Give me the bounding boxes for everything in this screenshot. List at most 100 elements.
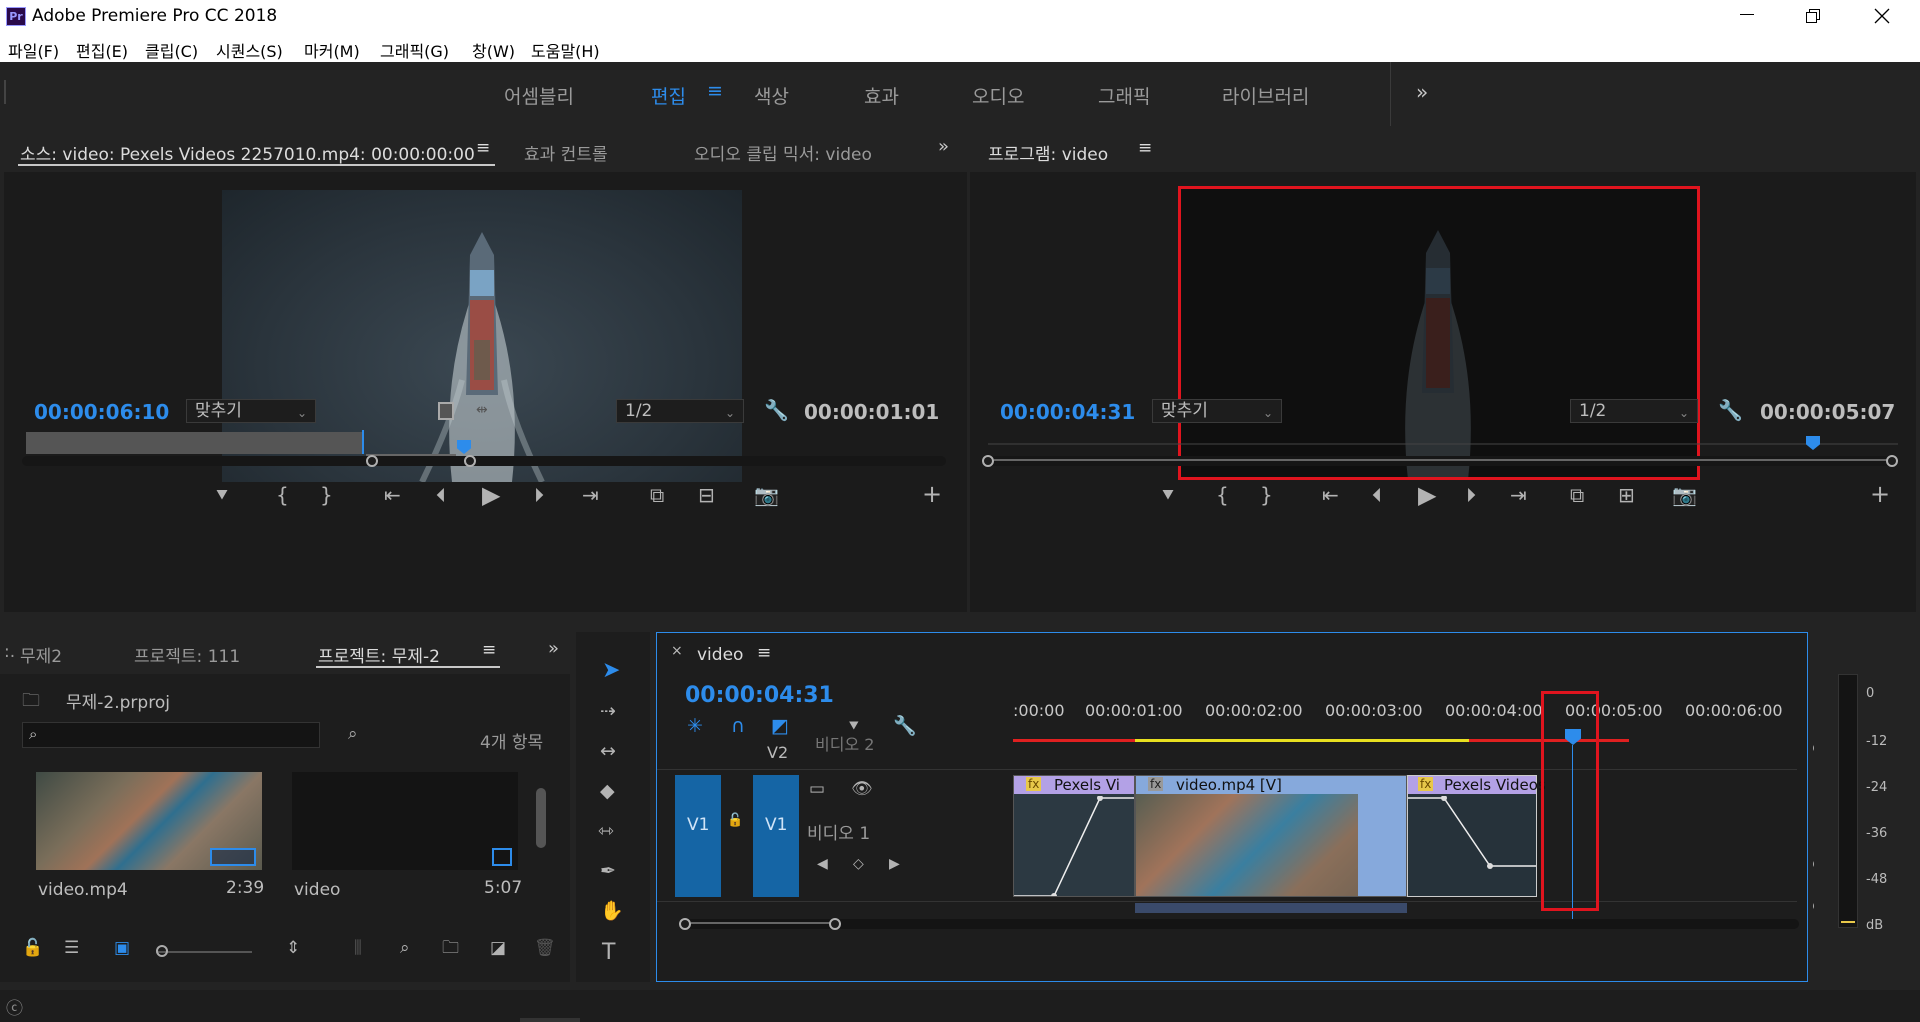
mark-in-icon[interactable]: { — [276, 485, 289, 505]
next-keyframe-icon[interactable]: ▶ — [889, 857, 900, 871]
extract-icon[interactable]: ⊞ — [1618, 485, 1635, 505]
snap-magnet-icon[interactable]: ∩ — [731, 717, 745, 736]
hand-tool-icon[interactable]: ✋ — [600, 902, 624, 921]
marker-icon[interactable]: ⯆ — [1160, 485, 1176, 505]
workspace-assembly[interactable]: 어셈블리 — [504, 82, 574, 109]
lift-icon[interactable]: ⧉ — [1570, 485, 1584, 505]
workspace-effects[interactable]: 효과 — [864, 82, 899, 109]
timeline-horizontal-scrollbar[interactable] — [679, 918, 1799, 930]
go-to-in-icon[interactable]: ⇤ — [1322, 485, 1339, 505]
linked-selection-icon[interactable]: ◩ — [771, 717, 789, 736]
step-forward-icon[interactable]: ⏵ — [1466, 485, 1476, 505]
track-select-tool-icon[interactable]: ⇢ — [600, 702, 616, 721]
source-playhead[interactable] — [457, 440, 471, 454]
slip-tool-icon[interactable]: ⇿ — [598, 822, 614, 841]
timeline-sequence-tab[interactable]: video — [697, 645, 743, 665]
insert-icon[interactable]: ⧉ — [650, 485, 664, 505]
workspace-color[interactable]: 색상 — [754, 82, 789, 109]
menu-sequence[interactable]: 시퀀스(S) — [216, 38, 283, 62]
close-tab-icon[interactable]: × — [671, 643, 683, 659]
step-back-icon[interactable]: ⏴ — [436, 485, 446, 505]
mark-in-icon[interactable]: { — [1216, 485, 1229, 505]
thumbnail-size-slider-handle[interactable] — [156, 945, 168, 957]
program-time-ruler[interactable] — [988, 430, 1898, 452]
menu-edit[interactable]: 편집(E) — [76, 38, 128, 62]
tab-project-111[interactable]: 프로젝트: 111 — [134, 642, 240, 667]
menu-graphic[interactable]: 그래픽(G) — [380, 38, 449, 62]
project-vertical-scrollbar[interactable] — [536, 788, 546, 848]
thumbnail-size-slider[interactable] — [156, 951, 252, 953]
drag-audio-only-icon[interactable]: ⇹ — [476, 402, 488, 418]
razor-tool-icon[interactable]: ◆ — [600, 782, 615, 801]
timeline-zoom-thumb[interactable] — [691, 922, 833, 924]
sync-lock-icon[interactable]: ▭ — [809, 781, 825, 798]
step-forward-icon[interactable]: ⏵ — [534, 485, 544, 505]
drag-video-only-icon[interactable] — [438, 402, 454, 420]
export-frame-icon[interactable]: 📷 — [754, 485, 779, 505]
wrench-icon[interactable]: 🔧 — [1718, 398, 1743, 422]
source-resolution-dropdown[interactable]: 1/2 ⌄ — [616, 399, 744, 423]
add-keyframe-icon[interactable]: ◇ — [853, 857, 864, 871]
type-tool-icon[interactable]: T — [602, 942, 615, 964]
timeline-zoom-handle-right[interactable] — [829, 918, 841, 930]
program-resolution-dropdown[interactable]: 1/2 ⌄ — [1570, 399, 1698, 423]
pen-tool-icon[interactable]: ✒ — [600, 862, 616, 881]
tab-audio-clip-mixer[interactable]: 오디오 클립 믹서: video — [694, 140, 872, 165]
project-item[interactable]: video 5:07 — [292, 772, 522, 900]
project-item[interactable]: video.mp4 2:39 — [36, 772, 264, 900]
source-zoom-handle-right[interactable] — [464, 455, 476, 467]
program-panel-menu-icon[interactable]: ≡ — [1138, 138, 1152, 158]
v1-track-target[interactable]: V1 — [753, 775, 799, 897]
eye-icon[interactable]: 👁 — [851, 781, 873, 798]
go-to-out-icon[interactable]: ⇥ — [1510, 485, 1527, 505]
timeline-time-ruler[interactable]: :00:00 00:00:01:00 00:00:02:00 00:00:03:… — [1013, 693, 1783, 749]
program-zoom-scrollbar[interactable] — [982, 455, 1898, 467]
play-icon[interactable]: ▶ — [1418, 483, 1436, 507]
overwrite-icon[interactable]: ⊟ — [698, 485, 715, 505]
program-fit-dropdown[interactable]: 맞추기 ⌄ — [1152, 399, 1282, 423]
go-to-out-icon[interactable]: ⇥ — [582, 485, 599, 505]
menu-file[interactable]: 파일(F) — [8, 38, 59, 62]
program-zoom-handle-right[interactable] — [1886, 455, 1898, 467]
source-playhead-timecode[interactable]: 00:00:06:10 — [34, 400, 169, 424]
restore-icon[interactable] — [1806, 9, 1820, 23]
mark-out-icon[interactable]: } — [1260, 485, 1273, 505]
menu-window[interactable]: 창(W) — [472, 38, 515, 62]
selection-tool-icon[interactable]: ➤ — [602, 660, 620, 682]
workspace-overflow-icon[interactable]: » — [1416, 80, 1428, 104]
icon-view-icon[interactable]: ▣ — [114, 940, 130, 957]
v1-source-patch[interactable]: V1 — [675, 775, 721, 897]
panel-overflow-icon[interactable]: » — [548, 638, 559, 659]
clip-pexels-2[interactable]: fx Pexels Videos — [1407, 775, 1546, 897]
new-bin-icon[interactable]: 🗀 — [442, 940, 459, 957]
list-view-icon[interactable]: ☰ — [64, 940, 79, 957]
step-back-icon[interactable]: ⏴ — [1372, 485, 1382, 505]
tab-source[interactable]: 소스: video: Pexels Videos 2257010.mp4: 00… — [20, 140, 475, 165]
workspace-graphics[interactable]: 그래픽 — [1098, 82, 1150, 109]
track-lock-icon[interactable]: 🔓 — [727, 813, 743, 828]
trash-icon[interactable]: 🗑 — [534, 940, 556, 957]
prev-keyframe-icon[interactable]: ◀ — [817, 857, 828, 871]
creative-cloud-icon[interactable]: ⓒ — [6, 994, 23, 1019]
minimize-icon[interactable] — [1740, 14, 1754, 15]
project-panel-menu-icon[interactable]: ≡ — [482, 640, 496, 660]
source-zoom-handle-left[interactable] — [366, 455, 378, 467]
play-icon[interactable]: ▶ — [482, 483, 500, 507]
menu-clip[interactable]: 클립(C) — [145, 38, 198, 62]
ripple-edit-tool-icon[interactable]: ↔ — [600, 742, 616, 761]
sort-icon[interactable]: ⇕ — [286, 940, 300, 957]
wrench-icon[interactable]: 🔧 — [764, 398, 789, 422]
menu-help[interactable]: 도움말(H) — [531, 38, 600, 62]
go-to-in-icon[interactable]: ⇤ — [384, 485, 401, 505]
source-fit-dropdown[interactable]: 맞추기 ⌄ — [186, 399, 316, 423]
workspace-editing[interactable]: 편집 — [651, 82, 686, 109]
tab-project-untitled2[interactable]: 프로젝트: 무제-2 — [318, 642, 440, 667]
program-playhead-timecode[interactable]: 00:00:04:31 — [1000, 400, 1135, 424]
lock-icon[interactable]: 🔓 — [22, 940, 43, 957]
snap-nest-icon[interactable]: ✳ — [687, 717, 703, 736]
tab-untitled2[interactable]: 무제2 — [20, 642, 62, 667]
mark-out-icon[interactable]: } — [320, 485, 333, 505]
panel-overflow-icon[interactable]: » — [938, 136, 949, 157]
program-zoom-handle-left[interactable] — [982, 455, 994, 467]
clip-pexels-1[interactable]: fx Pexels Vi — [1013, 775, 1135, 897]
